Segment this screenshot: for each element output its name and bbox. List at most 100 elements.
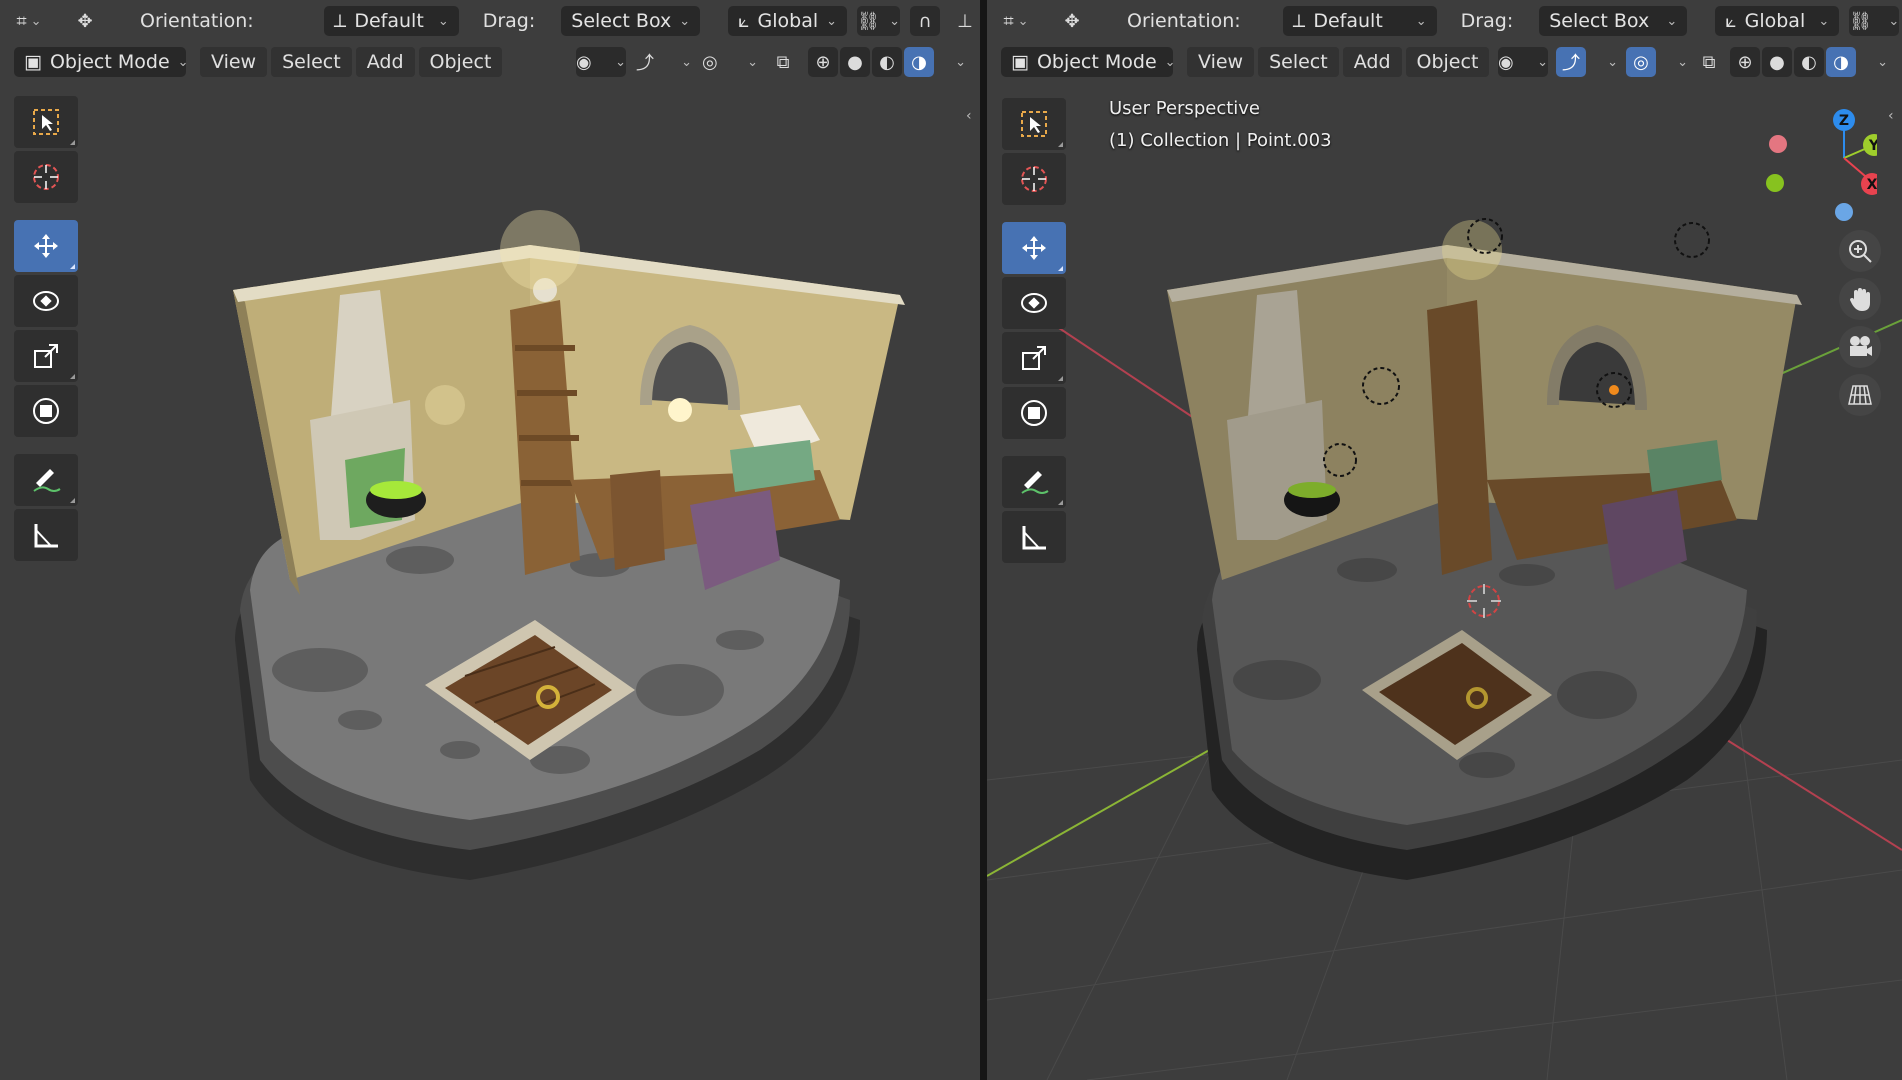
- scene-solid-right[interactable]: [987, 84, 1902, 1080]
- shading-options-dropdown[interactable]: ⌄: [1858, 47, 1888, 77]
- pivot-point-dropdown[interactable]: ⛓ ⌄: [857, 6, 900, 36]
- menu-select[interactable]: Select: [1258, 47, 1339, 77]
- scene-render-left[interactable]: [0, 84, 980, 1080]
- scale-icon: [34, 344, 58, 368]
- viewport-left[interactable]: ‹ ⌗ ⌄ ✥ Orientation: ⟂ Default ⌄ Drag: Se…: [0, 0, 980, 1080]
- neg-z-axis-icon[interactable]: [1835, 203, 1853, 221]
- move-tool-active-icon[interactable]: ✥: [70, 6, 100, 36]
- toolbar-right: [1000, 98, 1068, 566]
- transform-tool[interactable]: [1002, 387, 1066, 439]
- xray-toggle[interactable]: ⧉: [768, 47, 798, 77]
- menu-add[interactable]: Add: [355, 47, 415, 77]
- wireframe-sphere-icon: ⊕: [815, 51, 831, 73]
- mode-value: Object Mode: [49, 51, 170, 73]
- zoom-button[interactable]: [1839, 230, 1881, 272]
- annotate-tool[interactable]: [14, 454, 78, 506]
- editor-type-button[interactable]: ⌗ ⌄: [1001, 6, 1031, 36]
- cursor-tool[interactable]: [14, 151, 78, 203]
- scale-tool[interactable]: [1002, 332, 1066, 384]
- rotate-tool[interactable]: [14, 275, 78, 327]
- y-axis-handle[interactable]: Y: [1863, 134, 1877, 156]
- camera-view-button[interactable]: [1839, 326, 1881, 368]
- scale-tool[interactable]: [14, 330, 78, 382]
- perspective-grid-icon: [1848, 385, 1872, 405]
- chevron-down-icon: ⌄: [1415, 13, 1427, 29]
- move-tool[interactable]: [14, 220, 78, 272]
- chevron-down-icon: ⌄: [1607, 54, 1618, 70]
- drag-label: Drag:: [1460, 10, 1514, 32]
- overlays-dropdown[interactable]: ⌄: [1658, 47, 1688, 77]
- chevron-down-icon: ⌄: [1677, 54, 1688, 70]
- shading-rendered-button[interactable]: ◑: [904, 47, 934, 77]
- navigation-gizmo[interactable]: Z Y X: [1757, 104, 1877, 224]
- drag-dropdown[interactable]: Select Box ⌄: [1539, 6, 1688, 36]
- transform-tool[interactable]: [14, 385, 78, 437]
- viewport-right[interactable]: ‹ ⌗ ⌄ ✥ Orientation: ⟂ Default ⌄ Drag: Se…: [987, 0, 1902, 1080]
- material-sphere-icon: ◐: [879, 51, 895, 73]
- pan-button[interactable]: [1839, 278, 1881, 320]
- ortho-toggle-button[interactable]: [1839, 374, 1881, 416]
- rotate-icon: [33, 291, 59, 311]
- transform-orientation-dropdown[interactable]: ⟀ Global ⌄: [1715, 6, 1840, 36]
- mode-dropdown[interactable]: ▣ Object Mode ⌄: [1001, 47, 1176, 77]
- select-box-tool[interactable]: [14, 96, 78, 148]
- drag-dropdown[interactable]: Select Box ⌄: [561, 6, 701, 36]
- xray-toggle[interactable]: ⧉: [1694, 47, 1724, 77]
- orientation-label: Orientation:: [1127, 10, 1241, 32]
- measure-tool[interactable]: [1002, 511, 1066, 563]
- neg-x-axis-icon[interactable]: [1769, 135, 1787, 153]
- orientation-dropdown[interactable]: ⟂ Default ⌄: [323, 6, 459, 36]
- gizmo-icon: ⤴: [1562, 53, 1580, 74]
- orientation-dropdown[interactable]: ⟂ Default ⌄: [1282, 6, 1437, 36]
- move-tool[interactable]: [1002, 222, 1066, 274]
- move-tool-active-icon[interactable]: ✥: [1057, 6, 1087, 36]
- menu-select[interactable]: Select: [271, 47, 352, 77]
- z-axis-handle[interactable]: Z: [1833, 109, 1855, 131]
- transform-space-value: Global: [757, 10, 819, 32]
- material-sphere-icon: ◐: [1801, 51, 1817, 73]
- grid-editor-icon: ⌗: [1003, 10, 1014, 32]
- gizmo-dropdown[interactable]: ⌄: [1588, 47, 1618, 77]
- menu-object[interactable]: Object: [418, 47, 503, 77]
- annotate-tool[interactable]: [1002, 456, 1066, 508]
- measure-tool[interactable]: [14, 509, 78, 561]
- cursor-tool[interactable]: [1002, 153, 1066, 205]
- snap-toggle[interactable]: ∩: [910, 6, 940, 36]
- gizmo-dropdown[interactable]: ⤴ ⌄: [636, 47, 692, 77]
- shading-wireframe-button[interactable]: ⊕: [1730, 47, 1760, 77]
- mode-dropdown[interactable]: ▣ Object Mode ⌄: [14, 47, 189, 77]
- overlays-icon: ◎: [1633, 51, 1649, 73]
- menu-view[interactable]: View: [200, 47, 268, 77]
- z-axis-label: Z: [1839, 113, 1849, 129]
- rotate-tool[interactable]: [1002, 277, 1066, 329]
- shading-solid-button[interactable]: ●: [840, 47, 870, 77]
- overlays-toggle[interactable]: ◎: [1626, 47, 1656, 77]
- snap-increment-button[interactable]: ⊥: [950, 6, 980, 36]
- chevron-down-icon: ⌄: [679, 13, 691, 29]
- editor-type-button[interactable]: ⌗ ⌄: [14, 6, 44, 36]
- menu-view[interactable]: View: [1187, 47, 1255, 77]
- transform-icon: [33, 398, 59, 424]
- select-box-tool[interactable]: [1002, 98, 1066, 150]
- gizmo-toggle[interactable]: ⤴: [1556, 47, 1586, 77]
- shading-options-dropdown[interactable]: ⌄: [936, 47, 966, 77]
- shading-material-button[interactable]: ◐: [1794, 47, 1824, 77]
- visibility-dropdown[interactable]: ◉ ⌄: [1498, 47, 1548, 77]
- neg-y-axis-icon[interactable]: [1766, 174, 1784, 192]
- move-icon: [34, 234, 58, 258]
- menu-object[interactable]: Object: [1405, 47, 1490, 77]
- overlays-dropdown[interactable]: ◎ ⌄: [702, 47, 758, 77]
- transform-orientation-dropdown[interactable]: ⟀ Global ⌄: [728, 6, 848, 36]
- sidebar-toggle-left[interactable]: ‹: [966, 108, 972, 124]
- x-axis-handle[interactable]: X: [1861, 173, 1877, 195]
- hand-icon: [1850, 288, 1870, 311]
- sidebar-toggle-right[interactable]: ‹: [1888, 108, 1894, 124]
- shading-rendered-button[interactable]: ◑: [1826, 47, 1856, 77]
- pivot-point-dropdown[interactable]: ⛓ ⌄: [1849, 6, 1900, 36]
- shading-wireframe-button[interactable]: ⊕: [808, 47, 838, 77]
- shading-material-button[interactable]: ◐: [872, 47, 902, 77]
- menu-add[interactable]: Add: [1342, 47, 1402, 77]
- editor-divider[interactable]: [980, 0, 987, 1080]
- shading-solid-button[interactable]: ●: [1762, 47, 1792, 77]
- visibility-dropdown[interactable]: ◉ ⌄: [576, 47, 626, 77]
